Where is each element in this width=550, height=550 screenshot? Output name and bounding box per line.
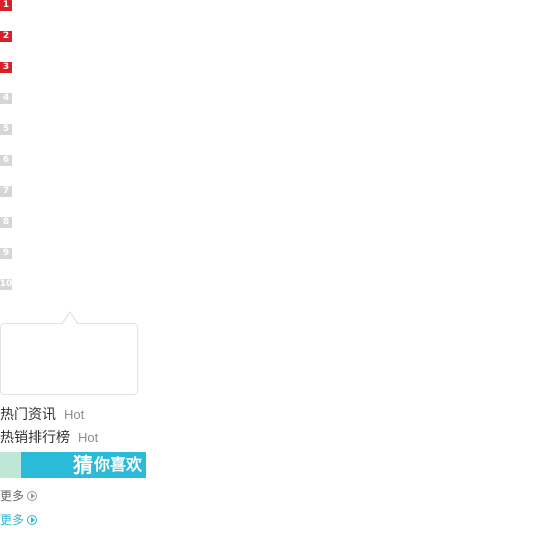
- banner-accent-block: [0, 452, 21, 478]
- rank-badge-3: 3: [0, 62, 12, 73]
- rank-badge-4: 4: [0, 93, 12, 104]
- rank-badge-6: 6: [0, 155, 12, 166]
- more-link-gray[interactable]: 更多: [0, 487, 38, 504]
- hot-news-heading[interactable]: 热门资讯 Hot: [0, 404, 84, 424]
- play-circle-icon: [27, 514, 38, 525]
- more-link-blue[interactable]: 更多: [0, 511, 38, 528]
- more-link-blue-label: 更多: [0, 513, 25, 527]
- rank-badge-1: 1: [0, 0, 12, 11]
- rank-badge-8: 8: [0, 217, 12, 228]
- best-sellers-heading[interactable]: 热销排行榜 Hot: [0, 427, 98, 447]
- page-root: 1 2 3 4 5 6 7 8 9 10 热门资讯 Hot 热销排行榜 Hot …: [0, 0, 550, 550]
- hot-news-tag: Hot: [64, 407, 85, 422]
- rank-badge-9: 9: [0, 248, 12, 259]
- rank-badge-7: 7: [0, 186, 12, 197]
- hot-news-label: 热门资讯: [0, 407, 56, 423]
- rank-badge-10: 10: [0, 279, 13, 290]
- tooltip-tail-inner: [62, 313, 78, 325]
- banner-big-char: 猜: [72, 453, 93, 477]
- tooltip-bubble: [0, 311, 138, 395]
- more-link-gray-label: 更多: [0, 489, 25, 503]
- banner-title: 猜 你喜欢: [21, 452, 146, 478]
- rank-badge-5: 5: [0, 124, 12, 135]
- play-circle-icon: [27, 490, 38, 501]
- best-sellers-label: 热销排行榜: [0, 430, 70, 446]
- banner-rest-text: 你喜欢: [93, 455, 142, 474]
- rank-badge-2: 2: [0, 31, 12, 42]
- best-sellers-tag: Hot: [78, 430, 99, 445]
- guess-you-like-banner[interactable]: 猜 你喜欢: [0, 452, 146, 478]
